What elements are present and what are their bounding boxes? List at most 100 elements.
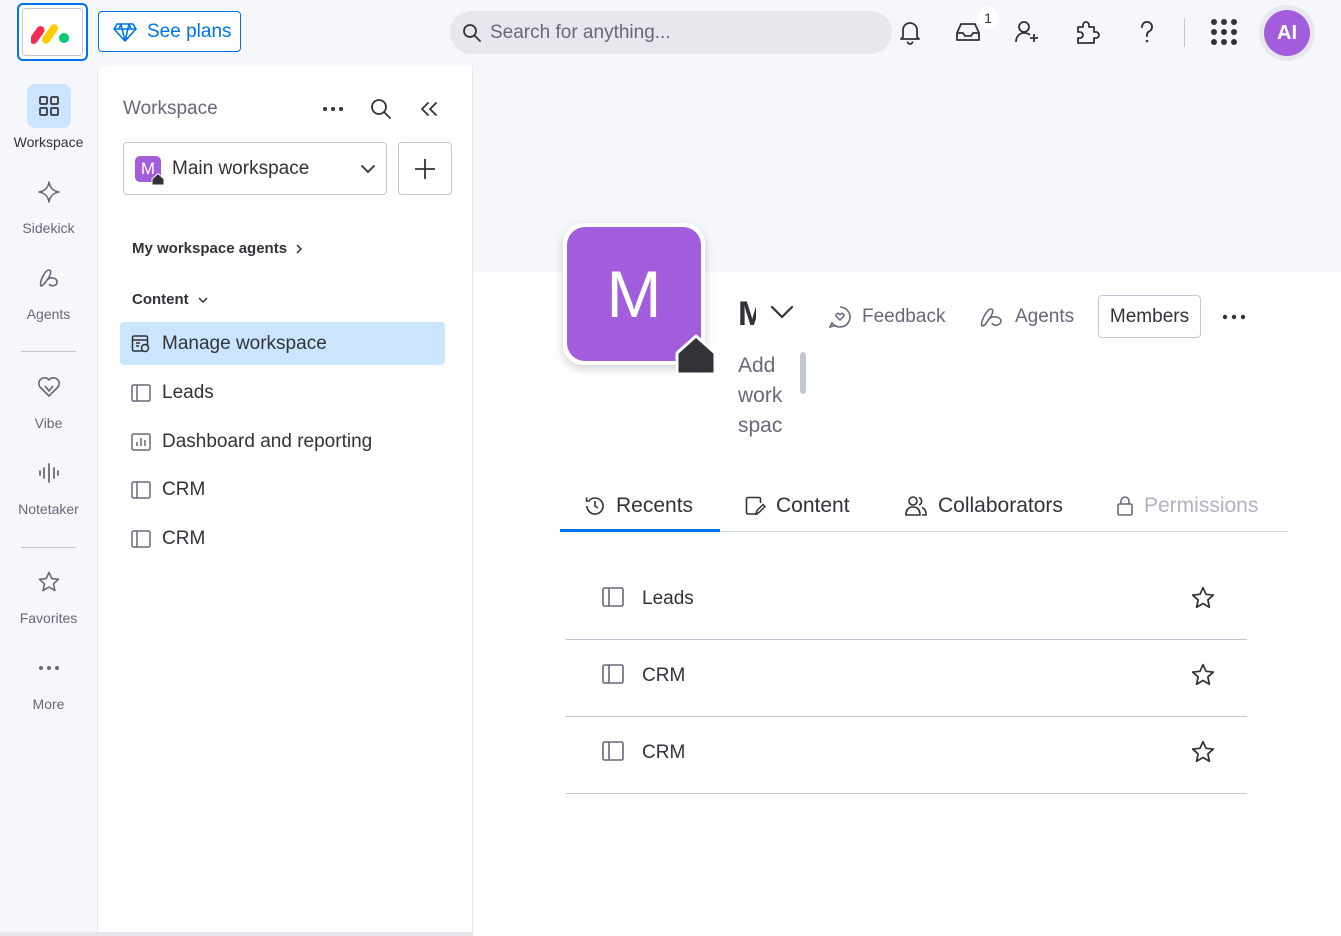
search-bar[interactable] xyxy=(450,11,892,54)
nav-sidekick-label: Sidekick xyxy=(22,220,75,236)
invite-members-button[interactable] xyxy=(1009,14,1045,50)
description-scrollbar[interactable] xyxy=(800,352,806,394)
notifications-button[interactable] xyxy=(892,14,928,50)
star-icon[interactable] xyxy=(1190,585,1216,611)
workspace-description[interactable]: Add work spac xyxy=(738,351,798,441)
tree-item-label: CRM xyxy=(162,478,206,500)
workspace-agents-section[interactable]: My workspace agents xyxy=(132,240,303,257)
recent-item-label: Leads xyxy=(642,588,694,609)
search-input[interactable] xyxy=(490,21,870,44)
help-button[interactable] xyxy=(1129,14,1165,50)
tab-label: Collaborators xyxy=(938,494,1063,517)
dashboard-icon xyxy=(130,431,152,453)
nav-notetaker[interactable]: Notetaker xyxy=(0,451,97,517)
workspace-tabs: Recents Content Collaborators Permission… xyxy=(560,480,1288,532)
nav-workspace-label: Workspace xyxy=(13,134,84,150)
user-avatar[interactable]: AI xyxy=(1259,5,1315,61)
content-section-label: Content xyxy=(132,291,189,308)
chevron-down-icon xyxy=(198,296,208,303)
description-line: Add xyxy=(738,354,776,377)
star-icon[interactable] xyxy=(1190,739,1216,765)
workspace-selector[interactable]: M Main workspace xyxy=(123,142,387,195)
tree-item-label: Manage workspace xyxy=(162,332,327,354)
content-icon xyxy=(745,496,766,516)
feedback-button[interactable]: Feedback xyxy=(828,296,945,338)
content-section[interactable]: Content xyxy=(132,291,209,308)
workspace-avatar[interactable]: M xyxy=(563,223,717,376)
workspace-name: Main workspace xyxy=(172,157,310,179)
double-chevron-left-icon xyxy=(421,102,437,116)
tab-collaborators[interactable]: Collaborators xyxy=(904,480,1063,532)
recent-item-label: CRM xyxy=(642,742,686,763)
integrations-button[interactable] xyxy=(1069,14,1105,50)
left-nav: Workspace Sidekick Agents Vibe Notetaker… xyxy=(0,66,97,936)
panel-search-button[interactable] xyxy=(366,94,396,124)
tab-label: Recents xyxy=(616,494,694,517)
tab-content[interactable]: Content xyxy=(744,480,850,532)
plus-icon xyxy=(415,158,435,179)
workspace-title[interactable]: M xyxy=(738,296,756,332)
nav-divider xyxy=(21,351,76,352)
home-icon xyxy=(151,172,165,185)
star-icon xyxy=(27,560,71,604)
agents-icon xyxy=(980,308,1002,327)
sparkle-icon xyxy=(27,170,71,214)
more-options-icon[interactable] xyxy=(1219,304,1249,330)
active-tab-indicator xyxy=(560,529,720,532)
nav-favorites-label: Favorites xyxy=(19,610,78,626)
nav-workspace[interactable]: Workspace xyxy=(0,84,97,150)
inbox-icon xyxy=(956,23,980,41)
board-icon xyxy=(130,382,152,404)
monday-logo-button[interactable] xyxy=(17,3,88,61)
heart-icon xyxy=(27,365,71,409)
members-button[interactable]: Members xyxy=(1098,295,1201,338)
question-icon xyxy=(1141,21,1153,43)
nav-sidekick[interactable]: Sidekick xyxy=(0,170,97,236)
chevron-right-icon xyxy=(296,243,303,254)
waveform-icon xyxy=(27,451,71,495)
panel-title: Workspace xyxy=(123,98,218,119)
feedback-label: Feedback xyxy=(862,306,946,327)
panel-options-button[interactable] xyxy=(318,94,348,124)
tree-item-crm[interactable]: CRM xyxy=(120,517,445,560)
tree-item-leads[interactable]: Leads xyxy=(120,371,445,414)
see-plans-button[interactable]: See plans xyxy=(98,11,241,52)
tree-item-crm[interactable]: CRM xyxy=(120,468,445,511)
star-icon[interactable] xyxy=(1190,662,1216,688)
tree-item-manage-workspace[interactable]: Manage workspace xyxy=(120,322,445,365)
manage-workspace-icon xyxy=(130,333,152,355)
tab-permissions[interactable]: Permissions xyxy=(1116,480,1258,532)
chevron-down-icon[interactable] xyxy=(770,304,794,320)
recent-item-row[interactable]: CRM xyxy=(566,717,1247,794)
tree-item-dashboard[interactable]: Dashboard and reporting xyxy=(120,420,445,463)
nav-vibe-label: Vibe xyxy=(34,415,63,431)
recent-item-label: CRM xyxy=(642,665,686,686)
tab-recents[interactable]: Recents xyxy=(584,480,693,532)
tree-item-label: Dashboard and reporting xyxy=(162,430,373,452)
agents-icon xyxy=(27,256,71,300)
board-icon xyxy=(602,587,624,607)
inbox-count-badge: 1 xyxy=(977,7,999,29)
nav-notetaker-label: Notetaker xyxy=(18,501,79,517)
tab-label: Content xyxy=(776,494,850,517)
recent-item-row[interactable]: CRM xyxy=(566,640,1247,717)
add-item-button[interactable] xyxy=(398,142,452,195)
apps-menu-button[interactable] xyxy=(1206,14,1242,50)
description-line: spac xyxy=(738,414,783,437)
search-icon xyxy=(463,23,481,42)
nav-vibe[interactable]: Vibe xyxy=(0,365,97,431)
feedback-icon xyxy=(828,306,851,329)
see-plans-label: See plans xyxy=(147,20,232,42)
collapse-panel-button[interactable] xyxy=(414,94,444,124)
people-icon xyxy=(905,496,927,516)
nav-more[interactable]: More xyxy=(0,646,97,712)
home-icon xyxy=(675,334,717,376)
recent-item-row[interactable]: Leads xyxy=(566,563,1247,640)
agents-button[interactable]: Agents xyxy=(979,296,1074,338)
nav-agents[interactable]: Agents xyxy=(0,256,97,322)
nav-divider xyxy=(21,547,76,548)
description-line: work xyxy=(738,384,783,407)
chevron-down-icon xyxy=(361,165,375,174)
nav-favorites[interactable]: Favorites xyxy=(0,560,97,626)
workspace-badge: M xyxy=(135,155,165,185)
